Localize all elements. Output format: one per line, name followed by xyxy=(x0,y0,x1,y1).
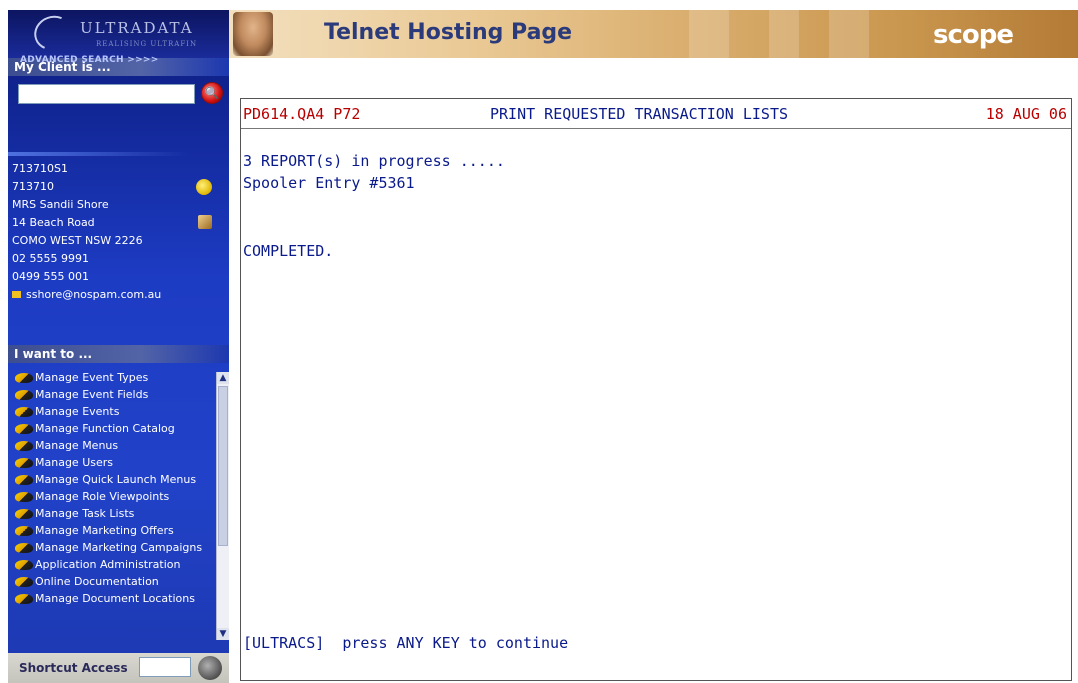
page-title: Telnet Hosting Page xyxy=(324,20,573,45)
menu-item-manage-event-fields[interactable]: Manage Event Fields xyxy=(8,389,216,401)
scroll-up-icon[interactable]: ▲ xyxy=(217,372,229,384)
client-mobile: 0499 555 001 xyxy=(12,270,89,283)
menu-item-manage-document-locations[interactable]: Manage Document Locations xyxy=(8,593,216,605)
arrow-icon xyxy=(15,441,33,451)
client-address1: 14 Beach Road xyxy=(12,216,95,229)
shortcut-bar: Shortcut Access xyxy=(8,653,229,683)
terminal-line-spooler: Spooler Entry #5361 xyxy=(243,174,415,192)
terminal-program-code: PD614.QA4 P72 xyxy=(243,105,361,123)
client-phone: 02 5555 9991 xyxy=(12,252,89,265)
menu-item-manage-marketing-campaigns[interactable]: Manage Marketing Campaigns xyxy=(8,542,216,554)
arrow-icon xyxy=(15,594,33,604)
i-want-to-title: I want to ... xyxy=(8,345,229,363)
header-stripe xyxy=(769,10,799,58)
sidebar: ULTRADATA REALISING ULTRAFIN My Client i… xyxy=(8,10,229,683)
arrow-icon xyxy=(15,543,33,553)
client-account: 713710S1 xyxy=(12,162,68,175)
arrow-icon xyxy=(15,475,33,485)
client-email[interactable]: sshore@nospam.com.au xyxy=(26,288,161,301)
arrow-icon xyxy=(15,390,33,400)
client-name: MRS Sandii Shore xyxy=(12,198,109,211)
arrow-icon xyxy=(15,373,33,383)
menu-item-online-documentation[interactable]: Online Documentation xyxy=(8,576,216,588)
terminal-line-status: COMPLETED. xyxy=(243,242,334,260)
swirl-logo-icon xyxy=(29,10,77,56)
terminal-screen-title: PRINT REQUESTED TRANSACTION LISTS xyxy=(490,105,789,123)
header-stripe xyxy=(689,10,729,58)
client-search-input[interactable] xyxy=(18,84,195,104)
arrow-icon xyxy=(15,407,33,417)
advanced-search-link[interactable]: ADVANCED SEARCH >>>> xyxy=(20,55,159,65)
client-email-row[interactable]: sshore@nospam.com.au xyxy=(8,286,229,304)
client-number: 713710 xyxy=(12,180,54,193)
terminal-prompt: [ULTRACS] press ANY KEY to continue xyxy=(243,634,569,652)
arrow-icon xyxy=(15,509,33,519)
menu-item-manage-events[interactable]: Manage Events xyxy=(8,406,216,418)
arrow-icon xyxy=(15,424,33,434)
arrow-icon xyxy=(15,492,33,502)
search-button[interactable]: 🔍 xyxy=(201,82,223,104)
client-search-row: 🔍 xyxy=(8,76,229,116)
menu-scrollbar[interactable]: ▲ ▼ xyxy=(216,372,229,640)
arrow-icon xyxy=(15,526,33,536)
shortcut-label: Shortcut Access xyxy=(19,661,128,675)
header: Telnet Hosting Page scope xyxy=(229,10,1078,58)
task-menu-list: Manage Event Types Manage Event Fields M… xyxy=(8,372,216,640)
terminal-line-reports: 3 REPORT(s) in progress ..... xyxy=(243,152,505,170)
divider xyxy=(8,152,188,156)
telnet-terminal[interactable]: PD614.QA4 P72 PRINT REQUESTED TRANSACTIO… xyxy=(240,98,1072,681)
scope-logo: scope xyxy=(933,20,1014,50)
menu-item-manage-marketing-offers[interactable]: Manage Marketing Offers xyxy=(8,525,216,537)
scroll-thumb[interactable] xyxy=(218,386,228,546)
arrow-icon xyxy=(15,560,33,570)
client-info: 713710S1 713710 MRS Sandii Shore 14 Beac… xyxy=(8,152,229,304)
shortcut-input[interactable] xyxy=(139,657,191,677)
ultradata-logo: ULTRADATA REALISING ULTRAFIN xyxy=(8,10,229,58)
menu-item-manage-event-types[interactable]: Manage Event Types xyxy=(8,372,216,384)
scroll-down-icon[interactable]: ▼ xyxy=(217,628,229,640)
menu-item-manage-function-catalog[interactable]: Manage Function Catalog xyxy=(8,423,216,435)
menu-item-manage-role-viewpoints[interactable]: Manage Role Viewpoints xyxy=(8,491,216,503)
menu-item-manage-quick-launch-menus[interactable]: Manage Quick Launch Menus xyxy=(8,474,216,486)
menu-item-manage-menus[interactable]: Manage Menus xyxy=(8,440,216,452)
shortcut-go-button[interactable] xyxy=(198,656,222,680)
mail-icon xyxy=(12,291,21,298)
menu-item-manage-users[interactable]: Manage Users xyxy=(8,457,216,469)
terminal-header: PD614.QA4 P72 PRINT REQUESTED TRANSACTIO… xyxy=(241,99,1071,129)
user-avatar-image xyxy=(233,12,273,56)
logo-brand: ULTRADATA xyxy=(80,19,194,37)
arrow-icon xyxy=(15,577,33,587)
terminal-date: 18 AUG 06 xyxy=(985,105,1067,123)
menu-item-manage-task-lists[interactable]: Manage Task Lists xyxy=(8,508,216,520)
client-address2: COMO WEST NSW 2226 xyxy=(12,234,143,247)
header-stripe xyxy=(829,10,869,58)
menu-item-application-administration[interactable]: Application Administration xyxy=(8,559,216,571)
arrow-icon xyxy=(15,458,33,468)
magnifier-icon: 🔍 xyxy=(204,86,220,100)
logo-tagline: REALISING ULTRAFIN xyxy=(96,40,198,48)
